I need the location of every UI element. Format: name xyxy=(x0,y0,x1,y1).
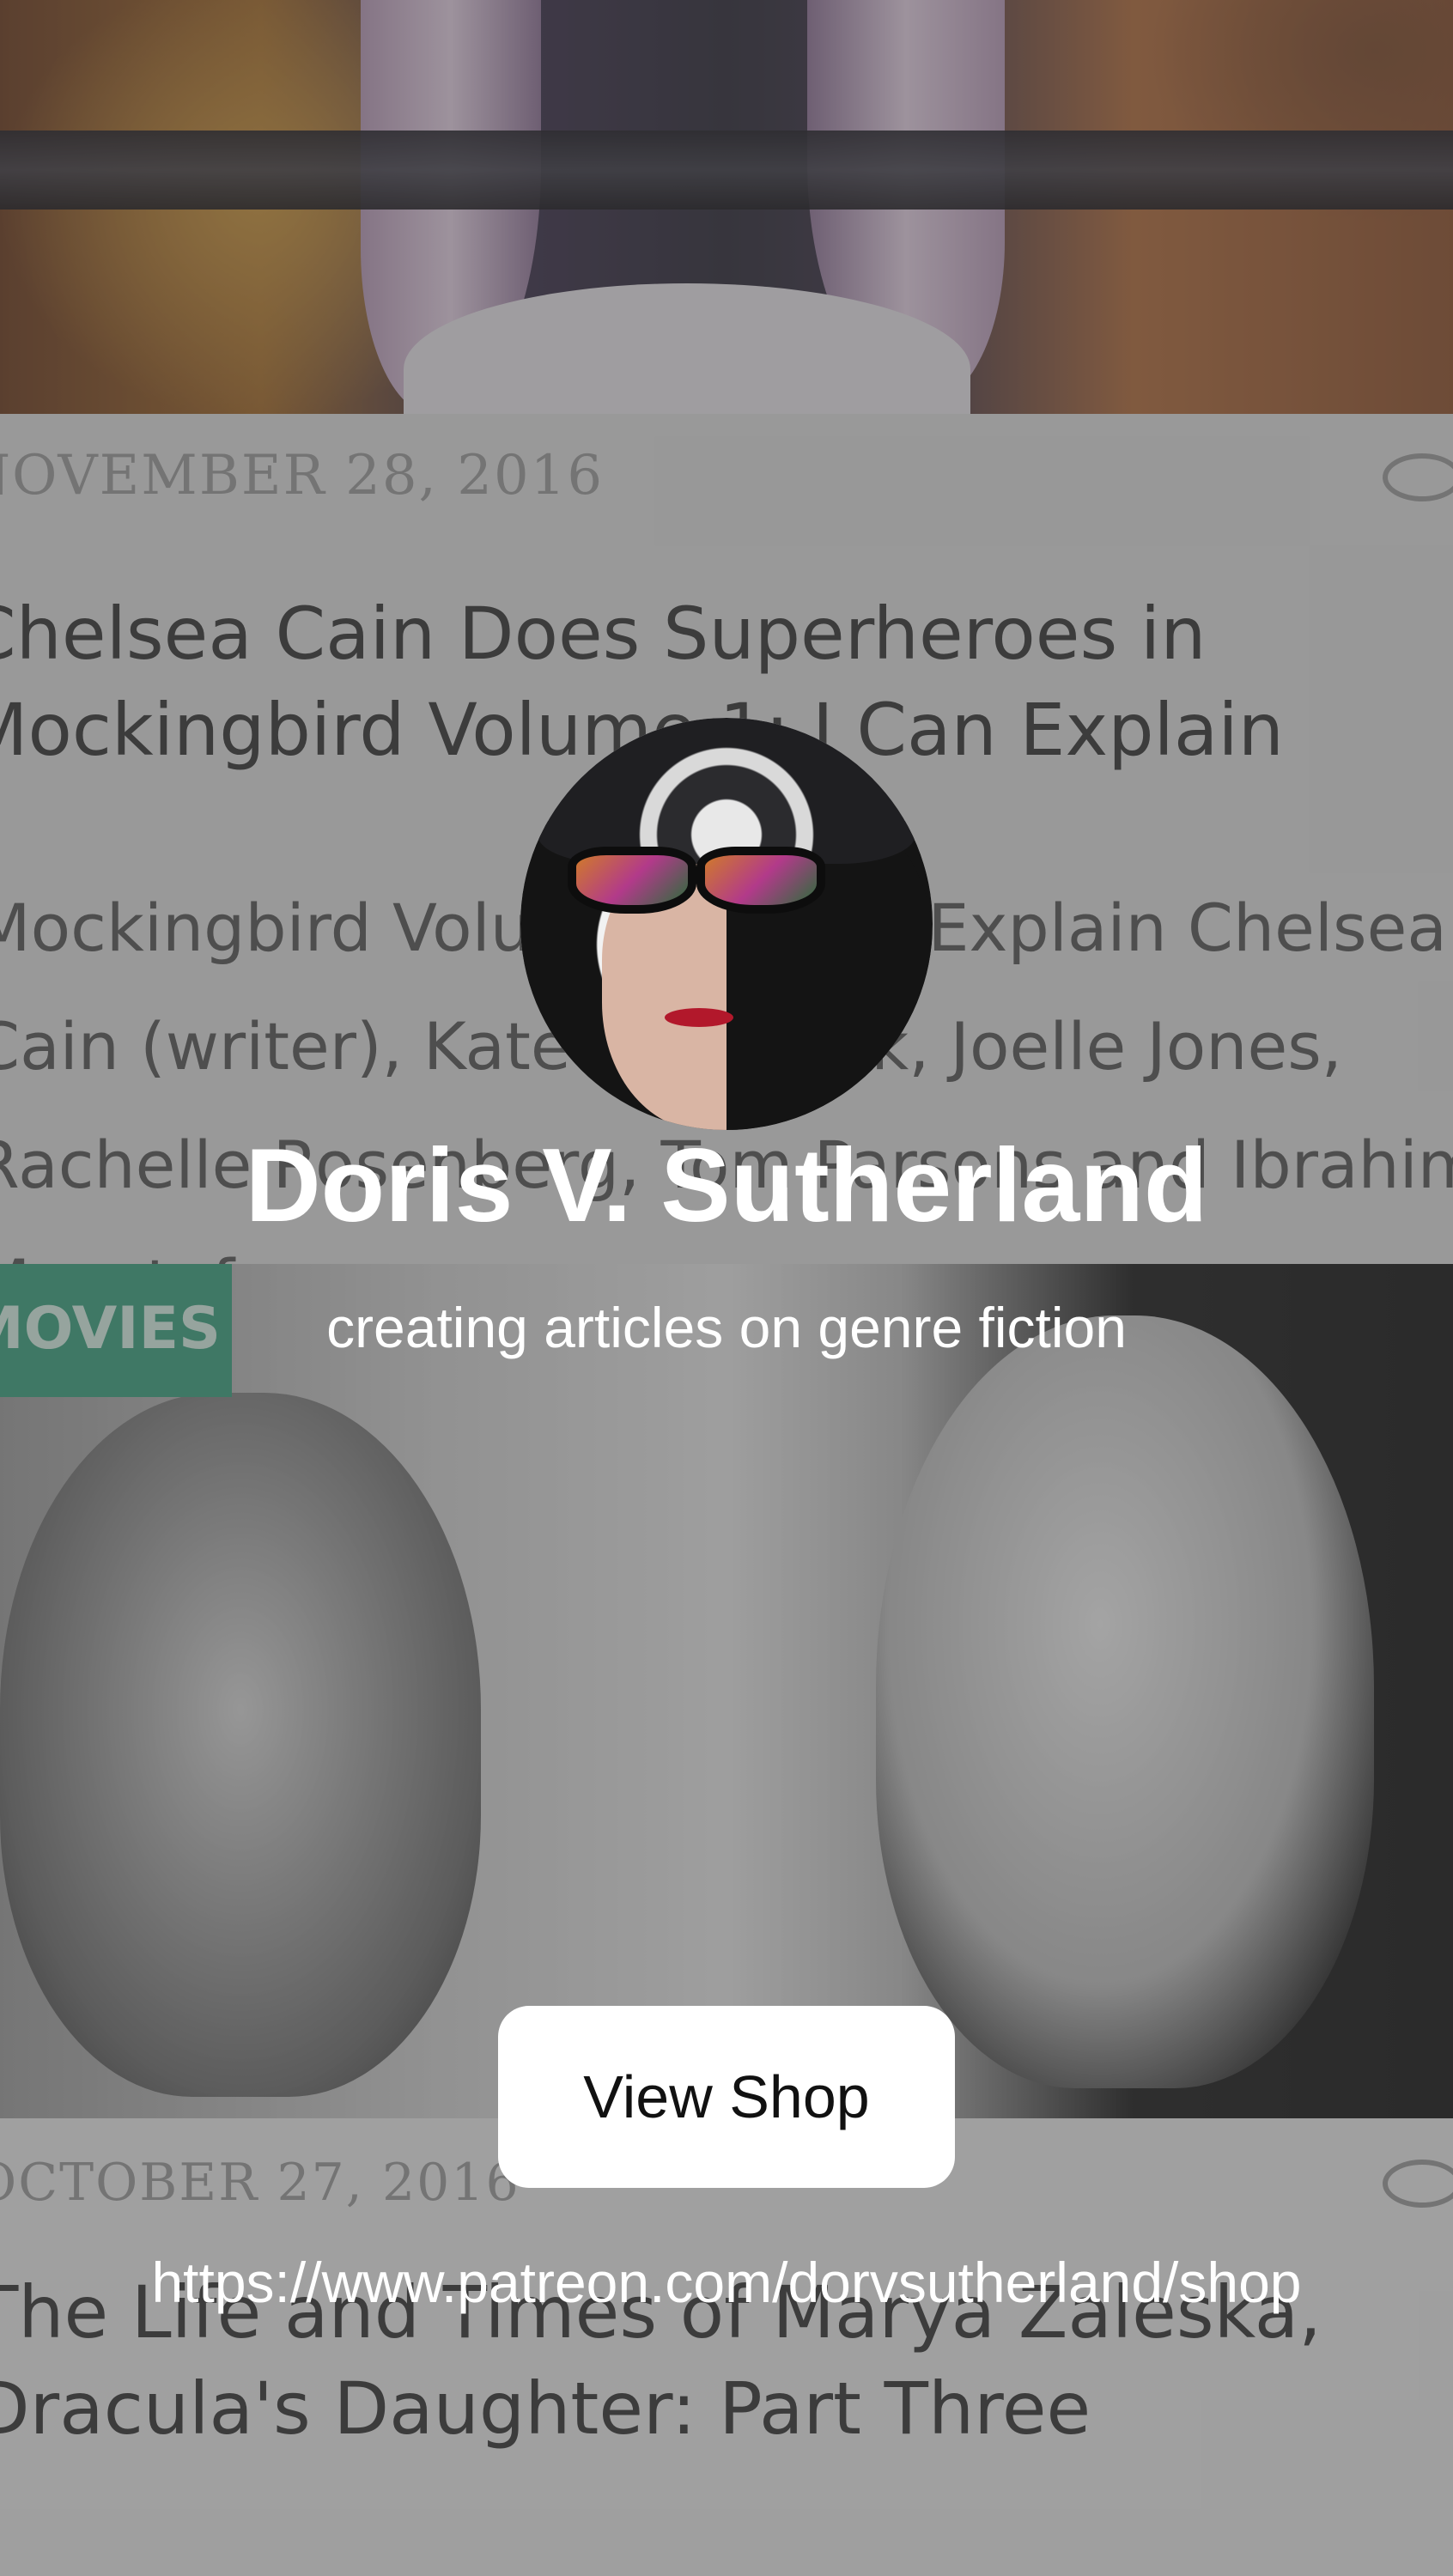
creator-tagline: creating articles on genre fiction xyxy=(326,1296,1127,1359)
creator-avatar-icon xyxy=(520,718,933,1130)
avatar-sunglasses xyxy=(568,847,860,915)
avatar-lips xyxy=(665,1008,733,1027)
creator-name: Doris V. Sutherland xyxy=(245,1127,1208,1243)
avatar-bandana xyxy=(538,718,915,864)
shop-url-link[interactable]: https://www.patreon.com/dorvsutherland/s… xyxy=(0,2250,1453,2315)
dim-overlay xyxy=(0,0,1453,2576)
view-shop-button[interactable]: View Shop xyxy=(498,2006,955,2188)
